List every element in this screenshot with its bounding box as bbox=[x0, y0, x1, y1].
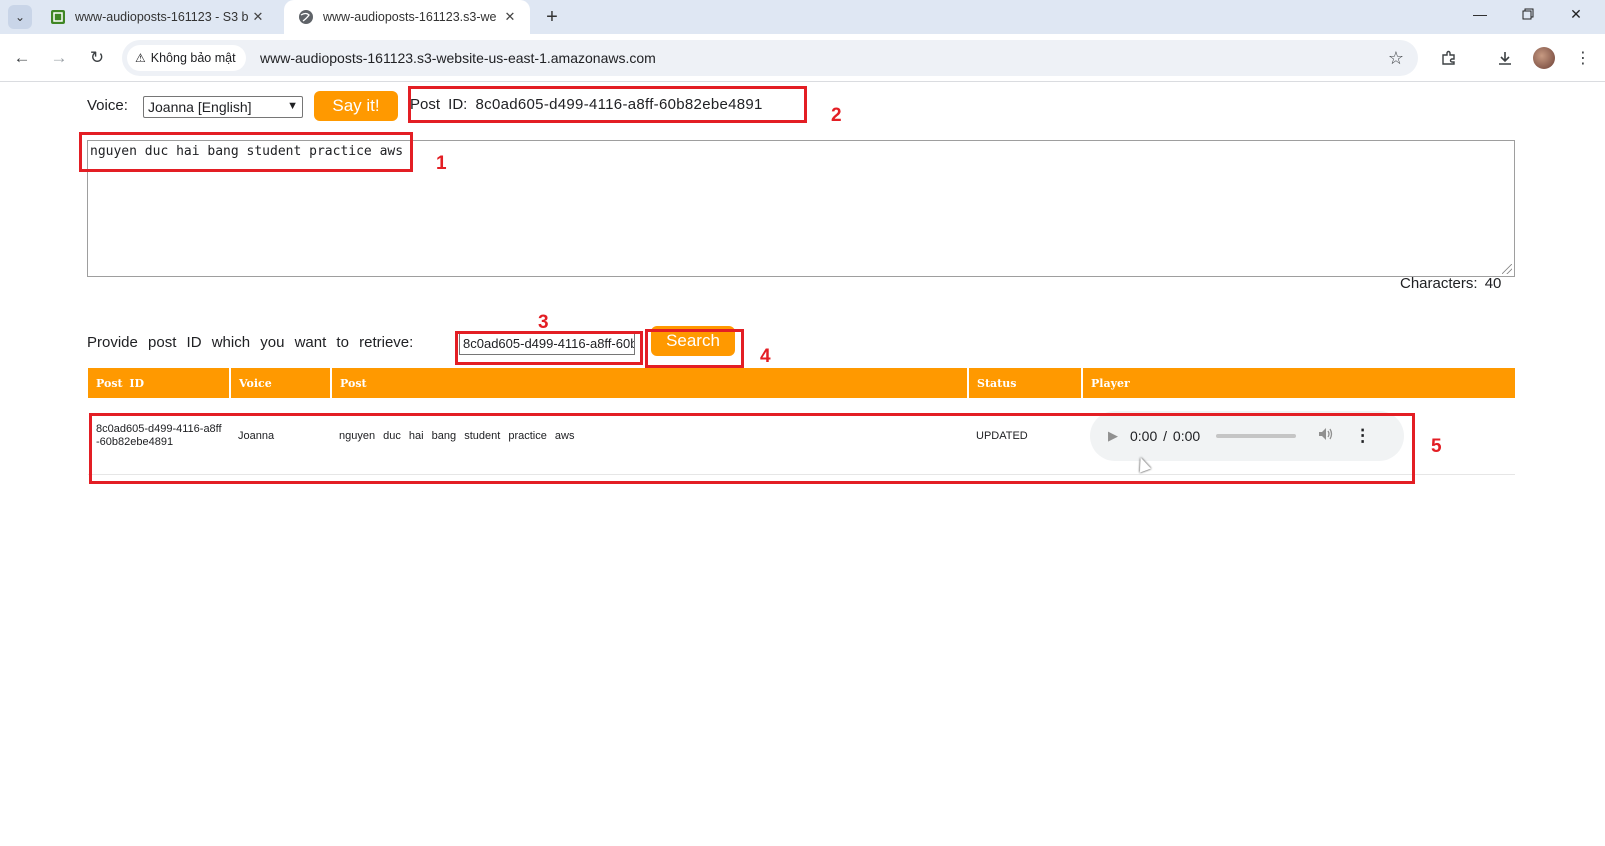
reload-icon[interactable]: ↻ bbox=[83, 44, 111, 72]
header-voice: Voice bbox=[230, 368, 332, 398]
header-status: Status bbox=[968, 368, 1083, 398]
annotation-box-1 bbox=[79, 132, 413, 172]
chevron-down-icon: ▼ bbox=[287, 100, 298, 112]
profile-avatar[interactable] bbox=[1533, 47, 1555, 69]
characters-label: Characters: bbox=[1400, 275, 1478, 292]
extensions-puzzle-icon[interactable] bbox=[1435, 44, 1463, 72]
close-window-icon[interactable]: ✕ bbox=[1553, 0, 1599, 28]
restore-icon[interactable] bbox=[1505, 0, 1551, 28]
address-bar[interactable]: ⚠ Không bảo mật www-audioposts-161123.s3… bbox=[122, 40, 1418, 76]
annotation-number-4: 4 bbox=[760, 346, 771, 367]
tab-s3-console[interactable]: www-audioposts-161123 - S3 b ✕ bbox=[38, 0, 278, 34]
annotation-box-5 bbox=[89, 413, 1415, 484]
close-tab-icon[interactable]: ✕ bbox=[248, 7, 268, 27]
voice-label: Voice: bbox=[87, 97, 128, 114]
annotation-box-4 bbox=[645, 329, 744, 368]
kebab-menu-icon[interactable]: ⋮ bbox=[1569, 44, 1597, 72]
annotation-number-1: 1 bbox=[436, 153, 447, 174]
new-tab-plus-icon[interactable]: + bbox=[540, 5, 564, 29]
annotation-number-2: 2 bbox=[831, 105, 842, 126]
header-post: Post bbox=[331, 368, 969, 398]
download-icon[interactable] bbox=[1491, 44, 1519, 72]
voice-selected-value: Joanna [English] bbox=[148, 99, 252, 115]
tab-title: www-audioposts-161123.s3-we bbox=[323, 10, 497, 24]
annotation-box-2 bbox=[408, 86, 807, 123]
tab-website[interactable]: www-audioposts-161123.s3-we ✕ bbox=[284, 0, 530, 34]
close-tab-icon[interactable]: ✕ bbox=[500, 7, 520, 27]
tab-title: www-audioposts-161123 - S3 b bbox=[75, 10, 248, 24]
annotation-number-5: 5 bbox=[1431, 436, 1442, 457]
browser-toolbar: ← → ↻ ⚠ Không bảo mật www-audioposts-161… bbox=[0, 34, 1605, 82]
retrieve-label: Provide post ID which you want to retrie… bbox=[87, 334, 414, 351]
header-player: Player bbox=[1082, 368, 1515, 398]
globe-icon bbox=[298, 9, 314, 25]
table-header-row: Post ID Voice Post Status Player bbox=[88, 368, 1515, 398]
annotation-box-3 bbox=[455, 331, 643, 365]
bookmark-star-icon[interactable]: ☆ bbox=[1384, 46, 1408, 70]
warning-triangle-icon: ⚠ bbox=[135, 51, 146, 65]
character-counter: Characters: 40 bbox=[1400, 275, 1501, 292]
back-arrow-icon[interactable]: ← bbox=[8, 44, 36, 72]
say-it-button[interactable]: Say it! bbox=[314, 91, 398, 121]
forward-arrow-icon[interactable]: → bbox=[45, 44, 73, 72]
tab-search-chevron-icon[interactable]: ⌄ bbox=[8, 5, 32, 29]
security-chip[interactable]: ⚠ Không bảo mật bbox=[127, 45, 246, 71]
s3-bucket-icon bbox=[50, 9, 66, 25]
browser-tabstrip: ⌄ www-audioposts-161123 - S3 b ✕ www-aud… bbox=[0, 0, 1605, 34]
security-label: Không bảo mật bbox=[150, 51, 236, 65]
minimize-icon[interactable]: — bbox=[1457, 0, 1503, 28]
voice-select[interactable]: Joanna [English] ▼ bbox=[143, 96, 303, 118]
resize-grip-icon[interactable] bbox=[1502, 264, 1512, 274]
header-post-id: Post ID bbox=[88, 368, 231, 398]
characters-count: 40 bbox=[1484, 275, 1502, 292]
url-text[interactable]: www-audioposts-161123.s3-website-us-east… bbox=[260, 50, 656, 66]
